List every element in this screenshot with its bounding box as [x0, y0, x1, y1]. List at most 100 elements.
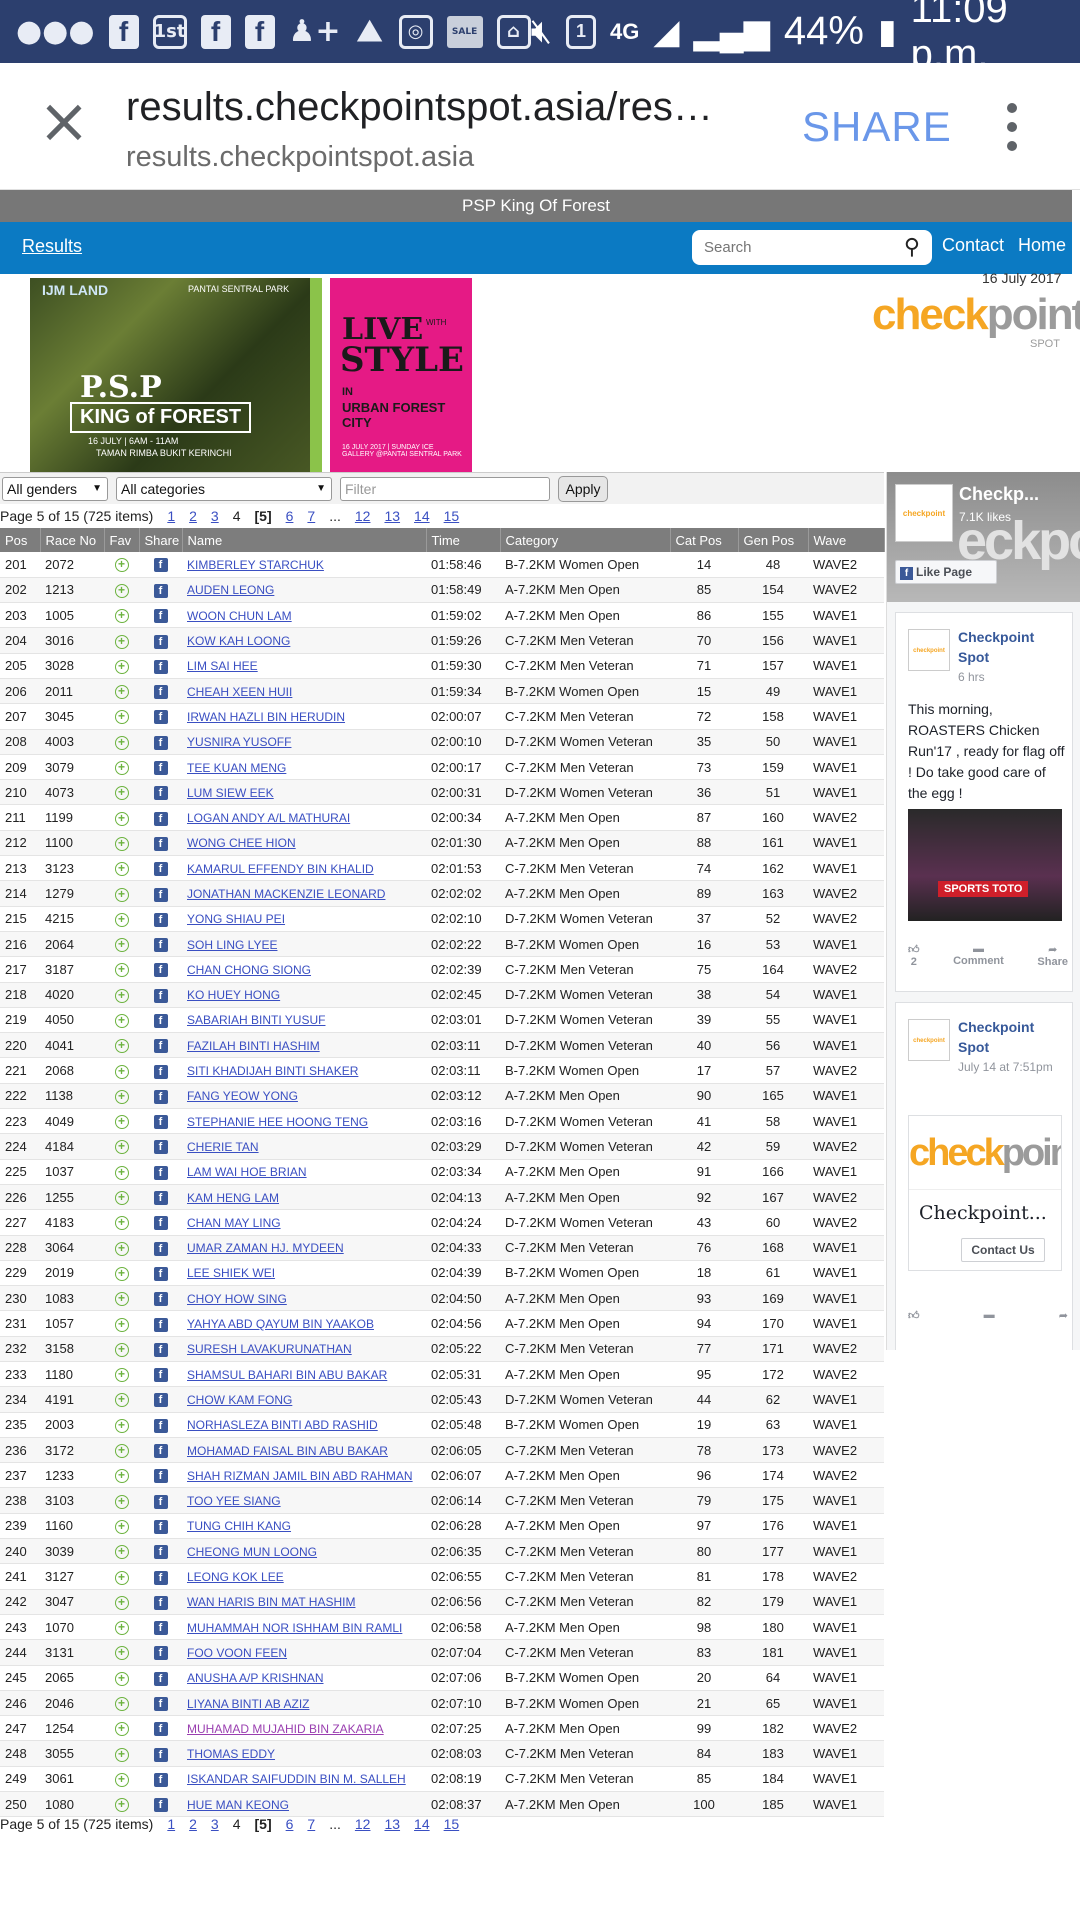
- category-select[interactable]: All categories ▼: [116, 477, 332, 501]
- pager-page-link[interactable]: 7: [307, 504, 315, 528]
- runner-name-link[interactable]: SHAH RIZMAN JAMIL BIN ABD RAHMAN: [187, 1469, 413, 1483]
- fb-share-button[interactable]: ➦ Share: [1037, 943, 1068, 968]
- runner-name-link[interactable]: CHOW KAM FONG: [187, 1393, 292, 1407]
- pager-page-link[interactable]: 13: [384, 504, 400, 528]
- pager-page-link[interactable]: 15: [444, 1812, 460, 1836]
- pager-page-link[interactable]: 12: [355, 504, 371, 528]
- facebook-share-icon[interactable]: f: [153, 1368, 168, 1383]
- fb-comment-button[interactable]: ▬ Comment: [953, 943, 1004, 968]
- runner-name-link[interactable]: LOGAN ANDY A/L MATHURAI: [187, 811, 350, 825]
- add-favorite-icon[interactable]: +: [114, 1494, 129, 1509]
- runner-name-link[interactable]: SABARIAH BINTI YUSUF: [187, 1013, 325, 1027]
- runner-name-link[interactable]: FANG YEOW YONG: [187, 1089, 298, 1103]
- search-box[interactable]: ⚲: [692, 230, 932, 265]
- add-favorite-icon[interactable]: +: [114, 1469, 129, 1484]
- pager-page-link[interactable]: 3: [211, 504, 219, 528]
- column-header[interactable]: Name: [182, 528, 427, 552]
- runner-name-link[interactable]: UMAR ZAMAN HJ. MYDEEN: [187, 1241, 344, 1255]
- facebook-share-icon[interactable]: f: [153, 1115, 168, 1130]
- pager-page-link[interactable]: 2: [189, 1812, 197, 1836]
- runner-name-link[interactable]: KAMARUL EFFENDY BIN KHALID: [187, 862, 374, 876]
- add-favorite-icon[interactable]: +: [114, 1368, 129, 1383]
- facebook-share-icon[interactable]: f: [153, 1519, 168, 1534]
- runner-name-link[interactable]: CHEONG MUN LOONG: [187, 1545, 317, 1559]
- facebook-share-icon[interactable]: f: [153, 887, 168, 902]
- add-favorite-icon[interactable]: +: [114, 1722, 129, 1737]
- add-favorite-icon[interactable]: +: [114, 1519, 129, 1534]
- runner-name-link[interactable]: MUHAMAD MUJAHID BIN ZAKARIA: [187, 1722, 384, 1736]
- runner-name-link[interactable]: THOMAS EDDY: [187, 1747, 275, 1761]
- runner-name-link[interactable]: SURESH LAVAKURUNATHAN: [187, 1342, 352, 1356]
- pager-page-link[interactable]: 3: [211, 1812, 219, 1836]
- facebook-share-icon[interactable]: f: [153, 1697, 168, 1711]
- runner-name-link[interactable]: KO HUEY HONG: [187, 988, 280, 1002]
- column-header[interactable]: Race No: [40, 528, 105, 552]
- filter-input[interactable]: Filter: [340, 477, 550, 501]
- runner-name-link[interactable]: CHAN CHONG SIONG: [187, 963, 311, 977]
- runner-name-link[interactable]: MOHAMAD FAISAL BIN ABU BAKAR: [187, 1444, 388, 1458]
- runner-name-link[interactable]: NORHASLEZA BINTI ABD RASHID: [187, 1418, 378, 1432]
- fb-link-card[interactable]: checkpoint Checkpoint... Contact Us: [908, 1115, 1062, 1271]
- column-header[interactable]: Gen Pos: [738, 528, 809, 552]
- runner-name-link[interactable]: WONG CHEE HION: [187, 836, 296, 850]
- facebook-share-icon[interactable]: f: [153, 735, 168, 750]
- facebook-share-icon[interactable]: f: [153, 1418, 168, 1433]
- facebook-share-icon[interactable]: f: [153, 1494, 168, 1509]
- add-favorite-icon[interactable]: +: [114, 1039, 129, 1054]
- runner-name-link[interactable]: YUSNIRA YUSOFF: [187, 735, 291, 749]
- add-favorite-icon[interactable]: +: [114, 1646, 129, 1661]
- add-favorite-icon[interactable]: +: [114, 710, 129, 725]
- facebook-share-icon[interactable]: f: [153, 761, 168, 776]
- column-header[interactable]: Category: [500, 528, 671, 552]
- gender-select[interactable]: All genders ▼: [2, 477, 108, 501]
- add-favorite-icon[interactable]: +: [114, 685, 129, 700]
- facebook-share-icon[interactable]: f: [153, 659, 168, 674]
- pager-page-link[interactable]: 15: [444, 504, 460, 528]
- runner-name-link[interactable]: LAM WAI HOE BRIAN: [187, 1165, 307, 1179]
- facebook-share-icon[interactable]: f: [153, 1646, 168, 1661]
- facebook-share-icon[interactable]: f: [153, 685, 168, 700]
- add-favorite-icon[interactable]: +: [114, 1570, 129, 1585]
- runner-name-link[interactable]: LIM SAI HEE: [187, 659, 258, 673]
- add-favorite-icon[interactable]: +: [114, 1342, 129, 1357]
- add-favorite-icon[interactable]: +: [114, 558, 129, 573]
- runner-name-link[interactable]: AUDEN LEONG: [187, 583, 274, 597]
- add-favorite-icon[interactable]: +: [114, 1418, 129, 1433]
- facebook-share-icon[interactable]: f: [153, 1444, 168, 1459]
- runner-name-link[interactable]: WAN HARIS BIN MAT HASHIM: [187, 1595, 355, 1609]
- column-header[interactable]: Fav: [104, 528, 140, 552]
- runner-name-link[interactable]: LIYANA BINTI AB AZIZ: [187, 1697, 309, 1711]
- fb-post-avatar[interactable]: checkpoint: [908, 1019, 950, 1061]
- pager-page-link[interactable]: 13: [384, 1812, 400, 1836]
- facebook-share-icon[interactable]: f: [153, 963, 168, 978]
- add-favorite-icon[interactable]: +: [114, 887, 129, 902]
- add-favorite-icon[interactable]: +: [114, 963, 129, 978]
- add-favorite-icon[interactable]: +: [114, 988, 129, 1003]
- fb-profile-pic[interactable]: checkpoint: [895, 484, 953, 542]
- add-favorite-icon[interactable]: +: [114, 912, 129, 927]
- add-favorite-icon[interactable]: +: [114, 1444, 129, 1459]
- add-favorite-icon[interactable]: +: [114, 1165, 129, 1180]
- runner-name-link[interactable]: CHOY HOW SING: [187, 1292, 287, 1306]
- add-favorite-icon[interactable]: +: [114, 1772, 129, 1787]
- add-favorite-icon[interactable]: +: [114, 1140, 129, 1155]
- facebook-share-icon[interactable]: f: [153, 558, 168, 573]
- runner-name-link[interactable]: CHEAH XEEN HUII: [187, 685, 292, 699]
- fb-like-button[interactable]: 👍︎ 2: [908, 943, 920, 968]
- fb-post-photo[interactable]: SPORTS TOTO: [908, 809, 1062, 921]
- facebook-share-icon[interactable]: f: [153, 1671, 168, 1686]
- add-favorite-icon[interactable]: +: [114, 1671, 129, 1686]
- add-favorite-icon[interactable]: +: [114, 1621, 129, 1636]
- fb-cover-image[interactable]: eckpo checkpoint Checkp... 7.1K likes fL…: [887, 472, 1080, 602]
- nav-home-link[interactable]: Home: [1018, 235, 1066, 256]
- fb-contact-us-button[interactable]: Contact Us: [961, 1238, 1045, 1262]
- runner-name-link[interactable]: HUE MAN KEONG: [187, 1798, 289, 1812]
- add-favorite-icon[interactable]: +: [114, 634, 129, 649]
- facebook-share-icon[interactable]: f: [153, 1393, 168, 1408]
- facebook-share-icon[interactable]: f: [153, 912, 168, 927]
- runner-name-link[interactable]: LUM SIEW EEK: [187, 786, 274, 800]
- add-favorite-icon[interactable]: +: [114, 1241, 129, 1256]
- facebook-share-icon[interactable]: f: [153, 1013, 168, 1028]
- facebook-share-icon[interactable]: f: [153, 1039, 168, 1054]
- runner-name-link[interactable]: YAHYA ABD QAYUM BIN YAAKOB: [187, 1317, 374, 1331]
